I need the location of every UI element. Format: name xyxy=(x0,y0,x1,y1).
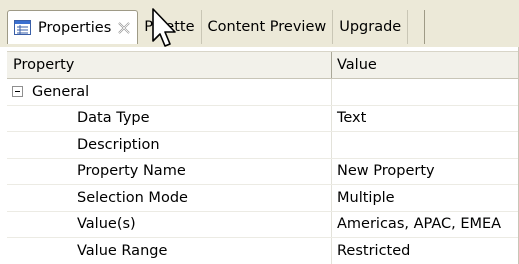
property-value-cell[interactable] xyxy=(331,132,519,158)
property-name-cell: Property Name xyxy=(77,163,186,180)
value-column-header[interactable]: Value xyxy=(331,52,519,78)
tab-strip: Properties Palette Content Preview Upgra… xyxy=(7,10,426,44)
table-header: Property Value xyxy=(7,51,519,79)
property-value-cell[interactable]: New Property xyxy=(331,158,519,184)
table-row[interactable]: Property Name New Property xyxy=(7,158,519,185)
tab-upgrade[interactable]: Upgrade xyxy=(333,10,409,44)
properties-view: Properties Palette Content Preview Upgra… xyxy=(0,0,519,264)
property-name-cell: Data Type xyxy=(77,110,150,127)
group-row-general[interactable]: General xyxy=(7,79,519,106)
table-row[interactable]: Selection Mode Multiple xyxy=(7,185,519,212)
property-name-cell: Value Range xyxy=(77,242,168,259)
property-value-cell[interactable]: Multiple xyxy=(331,185,519,211)
tab-properties-label: Properties xyxy=(38,19,112,36)
property-value-cell[interactable]: Americas, APAC, EMEA xyxy=(331,211,519,237)
tab-properties[interactable]: Properties xyxy=(7,10,139,44)
tab-palette-label: Palette xyxy=(144,19,195,35)
property-value-cell[interactable]: Text xyxy=(331,105,519,131)
collapse-icon[interactable] xyxy=(12,86,23,98)
property-name-cell: Description xyxy=(77,136,160,153)
tab-palette[interactable]: Palette xyxy=(138,10,202,44)
table-row[interactable]: Data Type Text xyxy=(7,105,519,132)
table-row[interactable]: Value Range Restricted xyxy=(7,238,519,264)
properties-table: Property Value General Data Type Text De… xyxy=(7,51,519,264)
group-label: General xyxy=(32,83,90,100)
close-icon[interactable] xyxy=(117,21,131,35)
table-row[interactable]: Description xyxy=(7,132,519,159)
property-column-header[interactable]: Property xyxy=(7,52,331,78)
properties-icon xyxy=(14,20,31,35)
tab-content-preview-label: Content Preview xyxy=(207,19,327,35)
tab-upgrade-label: Upgrade xyxy=(339,19,402,35)
property-name-cell: Value(s) xyxy=(77,216,136,233)
table-row[interactable]: Value(s) Americas, APAC, EMEA xyxy=(7,211,519,238)
tab-strip-end xyxy=(408,10,426,44)
tab-bar: Properties Palette Content Preview Upgra… xyxy=(0,0,519,47)
property-value-cell[interactable]: Restricted xyxy=(331,238,519,264)
tab-content-preview[interactable]: Content Preview xyxy=(202,10,334,44)
property-name-cell: Selection Mode xyxy=(77,189,188,206)
